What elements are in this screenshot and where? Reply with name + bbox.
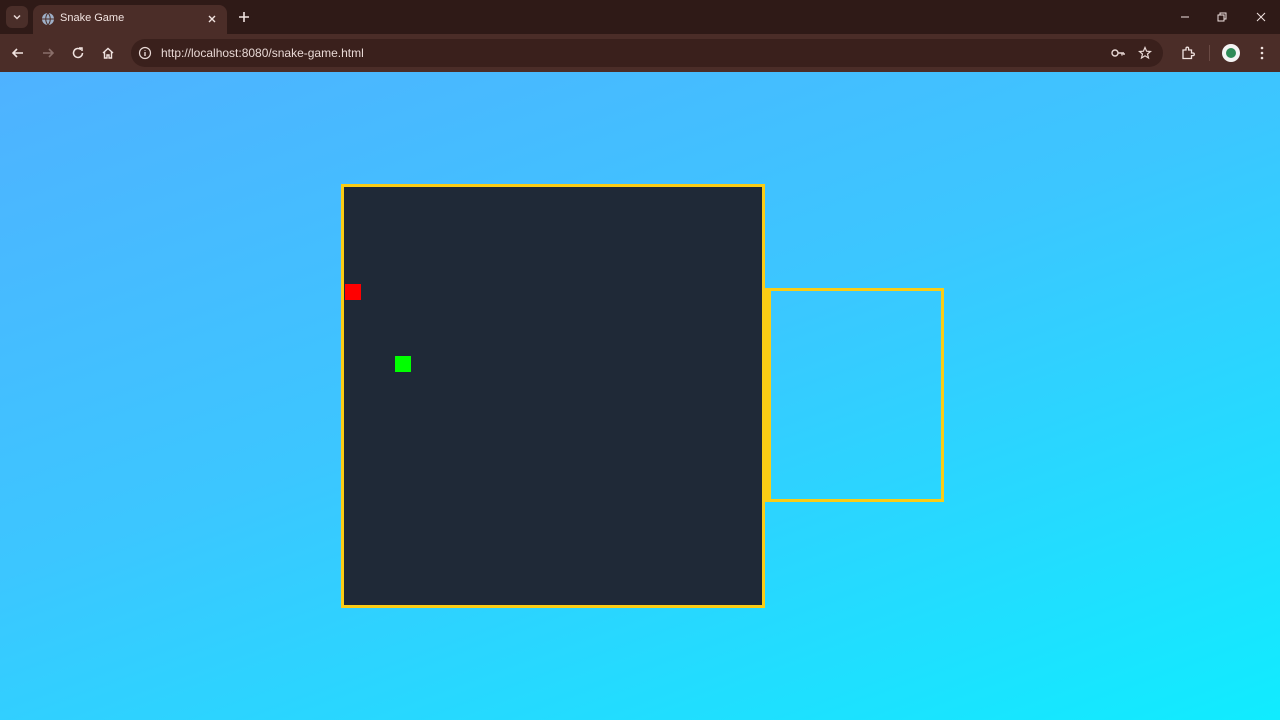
tab-active[interactable]: Snake Game [33,5,227,34]
reload-icon [72,47,84,59]
tab-strip: Snake Game [0,0,1280,34]
arrow-left-icon [11,48,23,58]
minimize-icon [1181,16,1189,18]
browser-toolbar: http://localhost:8080/snake-game.html [0,34,1280,72]
globe-icon [41,12,55,26]
back-button[interactable] [8,43,28,63]
browser-window: Snake Game http://localhost:8080/snake-g… [0,0,1280,720]
minimize-button[interactable] [1176,8,1194,26]
kebab-menu-icon [1260,46,1264,60]
snake-head [395,356,411,372]
side-panel [765,288,944,502]
game-board[interactable] [341,184,765,608]
page-viewport [0,72,1280,720]
close-icon [1256,12,1266,22]
home-icon [102,47,114,59]
reload-button[interactable] [68,43,88,63]
close-icon[interactable] [205,12,219,26]
tab-search-button[interactable] [6,6,28,28]
toolbar-divider [1209,45,1210,61]
tab-title: Snake Game [60,12,125,24]
address-bar[interactable]: http://localhost:8080/snake-game.html [131,39,1163,67]
new-tab-button[interactable] [236,9,252,25]
plus-icon [239,12,249,22]
restore-icon [1217,12,1227,22]
arrow-right-icon [43,48,55,58]
puzzle-icon [1182,46,1195,60]
menu-button[interactable] [1252,43,1272,63]
restore-button[interactable] [1213,8,1231,26]
info-icon[interactable] [137,45,153,61]
window-close-button[interactable] [1252,8,1270,26]
extensions-button[interactable] [1178,43,1198,63]
avatar[interactable] [1222,44,1240,62]
profile-icon [1226,48,1236,58]
forward-button[interactable] [38,43,58,63]
url-text[interactable]: http://localhost:8080/snake-game.html [161,46,364,60]
home-button[interactable] [98,43,118,63]
star-icon[interactable] [1137,45,1153,61]
chevron-down-icon [13,14,21,20]
key-icon[interactable] [1110,45,1126,61]
food [345,284,361,300]
